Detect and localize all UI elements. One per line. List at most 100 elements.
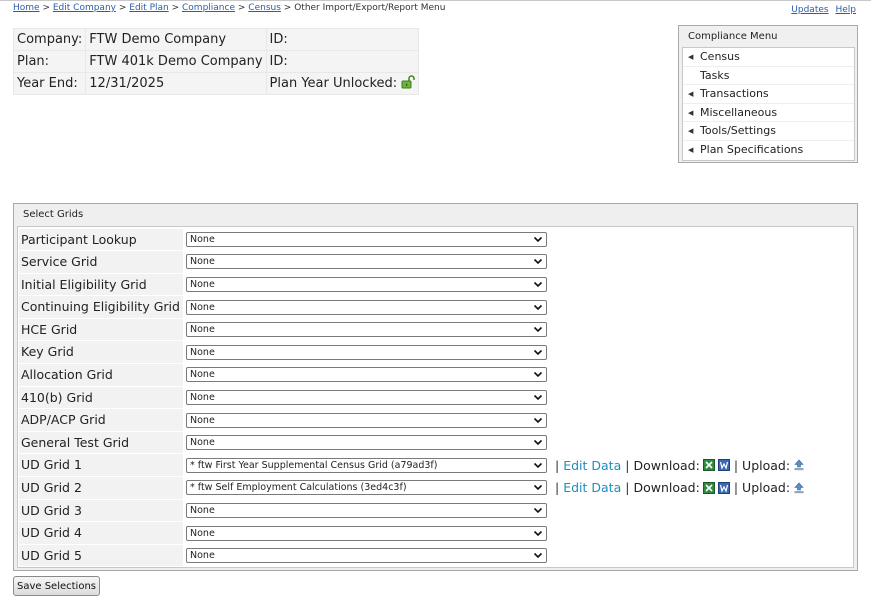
menu-item-census[interactable]: ◀ Census	[683, 48, 854, 67]
chevron-down-icon	[533, 530, 543, 536]
select-grids-title: Select Grids	[23, 209, 84, 220]
grid-name: Allocation Grid	[19, 364, 183, 386]
grid-select[interactable]: None	[186, 525, 547, 541]
menu-item-tasks[interactable]: Tasks	[683, 67, 854, 86]
grid-select[interactable]: * ftw Self Employment Calculations (3ed4…	[186, 480, 547, 496]
grid-name: UD Grid 3	[19, 499, 183, 522]
grid-select[interactable]: None	[186, 299, 547, 315]
grid-select-value: None	[190, 391, 215, 403]
grid-select[interactable]: * ftw First Year Supplemental Census Gri…	[186, 457, 547, 473]
grid-name: HCE Grid	[19, 318, 183, 341]
download-label: Download:	[633, 480, 700, 496]
plan-info-table: Company: FTW Demo Company ID: Plan: FTW …	[13, 28, 420, 95]
grid-name: General Test Grid	[19, 431, 183, 454]
grid-select-value: None	[190, 527, 215, 539]
grid-select[interactable]: None	[186, 412, 547, 428]
grid-select-value: None	[190, 233, 215, 245]
menu-item-miscellaneous[interactable]: ◀ Miscellaneous	[683, 104, 854, 123]
select-grids-panel: Select Grids Participant Lookup None Serv…	[13, 203, 858, 571]
grid-name: Participant Lookup	[19, 228, 183, 251]
grid-name: 410(b) Grid	[19, 386, 183, 409]
grid-row-allocation: Allocation Grid None	[19, 364, 852, 387]
chevron-down-icon	[533, 281, 543, 288]
grid-actions: | Edit Data | Download: | Upload:	[551, 458, 805, 473]
compliance-menu-list: ◀ Census Tasks ◀ Transactions ◀ Miscellaneo…	[682, 47, 855, 161]
plan-year-status: Plan Year Unlocked:	[266, 73, 419, 94]
unlocked-padlock-icon[interactable]	[401, 74, 415, 93]
chevron-down-icon	[533, 327, 543, 333]
grid-name: Initial Eligibility Grid	[19, 273, 183, 296]
grid-select[interactable]: None	[186, 548, 547, 564]
grid-select[interactable]: None	[186, 367, 547, 383]
compliance-menu-title: Compliance Menu	[688, 31, 778, 42]
grid-select-value: None	[190, 437, 215, 449]
triangle-left-icon: ◀	[688, 127, 694, 136]
year-end-row: Year End: 12/31/2025 Plan Year Unlocked:	[14, 73, 419, 94]
triangle-left-icon: ◀	[688, 145, 694, 154]
grid-row-ud-5: UD Grid 5 None	[19, 544, 852, 567]
upload-icon[interactable]	[793, 459, 805, 471]
year-end-value: 12/31/2025	[86, 73, 266, 94]
company-id-label: ID:	[266, 29, 419, 50]
grid-name: UD Grid 1	[19, 454, 183, 477]
year-end-label: Year End:	[14, 73, 86, 94]
menu-item-plan-specifications[interactable]: ◀ Plan Specifications	[683, 141, 854, 160]
grid-name: UD Grid 5	[19, 544, 183, 567]
breadcrumb-compliance[interactable]: Compliance	[182, 3, 235, 13]
word-icon[interactable]	[717, 459, 730, 472]
grid-select[interactable]: None	[186, 231, 547, 247]
breadcrumb-separator: >	[171, 3, 180, 13]
download-label: Download:	[633, 457, 700, 473]
edit-data-link[interactable]: Edit Data	[563, 480, 621, 495]
breadcrumb-home[interactable]: Home	[13, 3, 40, 13]
word-icon[interactable]	[717, 481, 730, 494]
grid-name: ADP/ACP Grid	[19, 409, 183, 431]
grid-row-410b: 410(b) Grid None	[19, 386, 852, 409]
grid-row-ud-4: UD Grid 4 None	[19, 522, 852, 545]
grid-row-ud-1: UD Grid 1 * ftw First Year Supplemental C…	[19, 454, 852, 477]
grid-select[interactable]: None	[186, 389, 547, 405]
menu-item-tools-settings[interactable]: ◀ Tools/Settings	[683, 122, 854, 141]
compliance-menu: Compliance Menu ◀ Census Tasks ◀ Transacti…	[678, 25, 858, 163]
breadcrumb-separator: >	[283, 3, 292, 13]
save-selections-button[interactable]: Save Selections	[13, 576, 100, 596]
grid-select[interactable]: None	[186, 435, 547, 451]
breadcrumb-census[interactable]: Census	[248, 3, 281, 13]
updates-link[interactable]: Updates	[791, 5, 828, 15]
breadcrumb-separator: >	[118, 3, 127, 13]
grid-select-value: None	[190, 324, 215, 336]
plan-id-label: ID:	[266, 51, 419, 72]
grid-select[interactable]: None	[186, 322, 547, 338]
excel-icon[interactable]	[702, 459, 715, 472]
triangle-left-icon: ◀	[688, 90, 694, 99]
company-label: Company:	[14, 29, 86, 50]
grid-select[interactable]: None	[186, 344, 547, 360]
menu-item-transactions[interactable]: ◀ Transactions	[683, 85, 854, 104]
grid-actions: | Edit Data | Download: | Upload:	[551, 480, 805, 495]
grid-row-general-test: General Test Grid None	[19, 431, 852, 454]
grid-select[interactable]: None	[186, 254, 547, 270]
grid-select[interactable]: None	[186, 502, 547, 518]
chevron-down-icon	[533, 553, 543, 559]
upload-label: Upload:	[742, 457, 791, 473]
excel-icon[interactable]	[702, 481, 715, 494]
grid-select-value: None	[190, 346, 215, 358]
chevron-down-icon	[533, 259, 543, 265]
grid-select[interactable]: None	[186, 276, 547, 292]
chevron-down-icon	[533, 485, 543, 491]
breadcrumb-edit-company[interactable]: Edit Company	[53, 3, 116, 13]
grid-row-adp-acp: ADP/ACP Grid None	[19, 409, 852, 432]
breadcrumb: Home > Edit Company > Edit Plan > Compli…	[13, 3, 445, 13]
grid-row-participant-lookup: Participant Lookup None	[19, 228, 852, 251]
grid-select-value: * ftw Self Employment Calculations (3ed4…	[190, 482, 407, 494]
menu-item-label: Tasks	[700, 68, 730, 82]
grid-name: Continuing Eligibility Grid	[19, 296, 183, 318]
edit-data-link[interactable]: Edit Data	[563, 458, 621, 473]
grid-name: Service Grid	[19, 251, 183, 273]
grid-rows: Participant Lookup None Service Grid None …	[17, 226, 854, 568]
upload-icon[interactable]	[793, 482, 805, 494]
breadcrumb-edit-plan[interactable]: Edit Plan	[129, 3, 168, 13]
help-link[interactable]: Help	[835, 5, 856, 15]
grid-row-initial-eligibility: Initial Eligibility Grid None	[19, 273, 852, 296]
grid-row-service: Service Grid None	[19, 251, 852, 274]
